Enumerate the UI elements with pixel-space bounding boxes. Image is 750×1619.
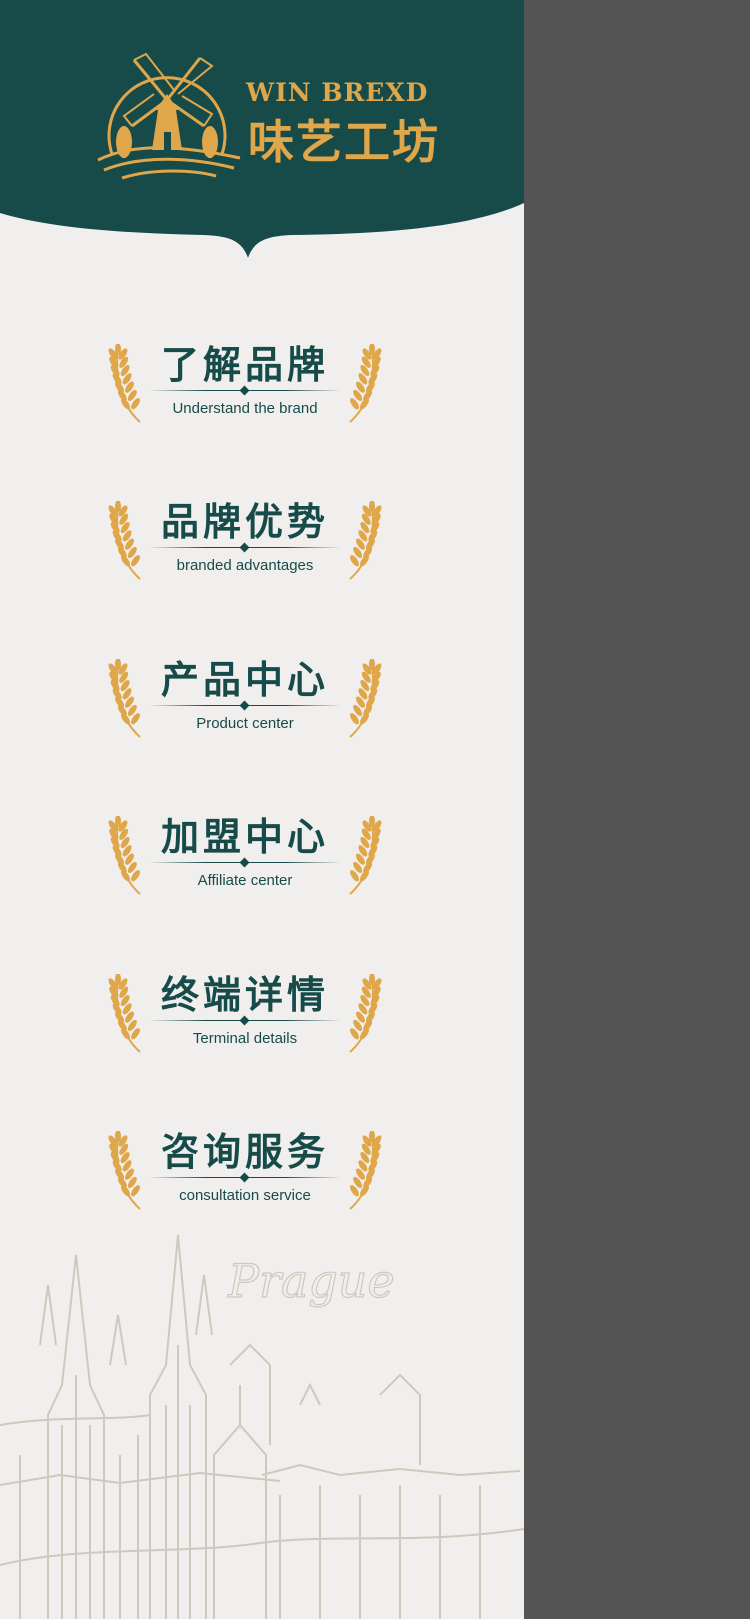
menu-item-terminal-details[interactable]: 终端详情 Terminal details — [100, 972, 390, 1062]
menu-item-consultation-service[interactable]: 咨询服务 consultation service — [100, 1129, 390, 1219]
header: WIN BREXD 味艺工坊 — [0, 0, 524, 260]
menu-item-subtitle: consultation service — [179, 1187, 311, 1204]
diamond-icon — [239, 542, 250, 553]
diamond-icon — [239, 700, 250, 711]
menu-item-title: 产品中心 — [160, 658, 329, 702]
menu-item-subtitle: Affiliate center — [197, 872, 293, 889]
menu-item-understand-brand[interactable]: 了解品牌 Understand the brand — [100, 342, 390, 432]
menu-item-subtitle: Terminal details — [192, 1030, 298, 1047]
menu-item-subtitle: branded advantages — [176, 557, 314, 574]
menu-panel: WIN BREXD 味艺工坊 了解品牌 Understand the brand… — [0, 0, 524, 1619]
prague-sketch-illustration: Prague — [0, 1234, 524, 1619]
menu-item-affiliate-center[interactable]: 加盟中心 Affiliate center — [100, 814, 390, 904]
menu-item-title: 咨询服务 — [160, 1130, 329, 1174]
windmill-icon — [97, 52, 241, 180]
diamond-icon — [239, 857, 250, 868]
menu-item-title: 了解品牌 — [160, 343, 329, 387]
menu-item-subtitle: Understand the brand — [172, 400, 318, 417]
menu-item-title: 加盟中心 — [160, 815, 329, 859]
menu-item-title: 品牌优势 — [160, 500, 329, 544]
menu-item-subtitle: Product center — [196, 715, 294, 732]
signature-text: Prague — [227, 1254, 395, 1308]
brand-name-cn: 味艺工坊 — [248, 115, 440, 169]
diamond-icon — [239, 1172, 250, 1183]
brand-logo: WIN BREXD 味艺工坊 — [94, 50, 438, 185]
diamond-icon — [239, 1015, 250, 1026]
diamond-icon — [239, 385, 250, 396]
menu-item-product-center[interactable]: 产品中心 Product center — [100, 657, 390, 747]
brand-name-en: WIN BREXD — [246, 78, 429, 107]
menu-item-title: 终端详情 — [160, 973, 329, 1017]
menu-item-brand-advantages[interactable]: 品牌优势 branded advantages — [100, 499, 390, 589]
